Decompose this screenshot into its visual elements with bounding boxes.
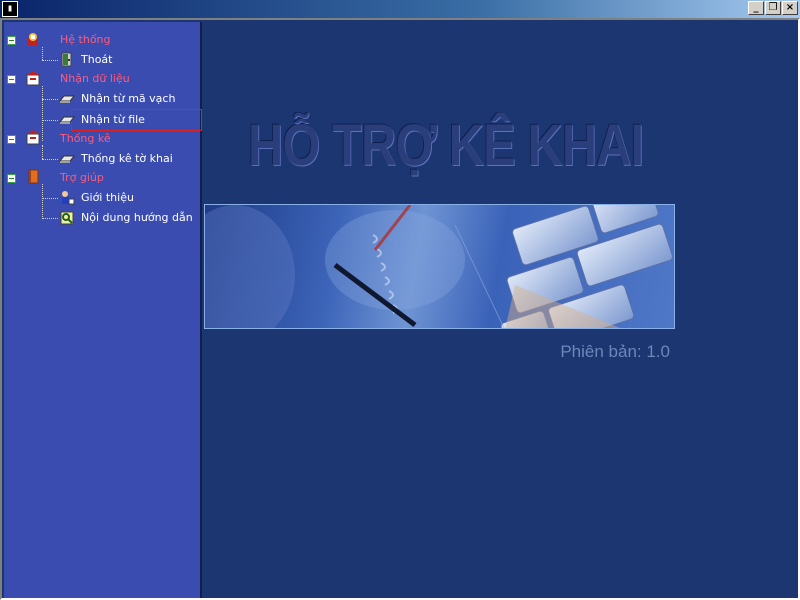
exit-door-icon [59,52,75,67]
tree-item-label[interactable]: Nhận từ mã vạch [81,92,175,105]
tree-connector [42,60,58,61]
tree-connector [42,120,58,121]
collapse-toggle[interactable] [7,174,16,183]
navigation-tree: Hệ thống Thoát Nhận dữ liệu Nhận từ mã v… [4,22,202,598]
tree-connector [42,86,43,141]
tray-icon [58,112,76,127]
version-label: Phiên bản: 1.0 [560,342,670,361]
collapse-toggle[interactable] [7,36,16,45]
restore-button[interactable]: ❐ [765,1,781,15]
main-frame: Hệ thống Thoát Nhận dữ liệu Nhận từ mã v… [0,18,800,600]
tree-connector [42,184,43,219]
tree-connector [42,198,58,199]
tree-connector [42,159,58,160]
collapse-toggle[interactable] [7,135,16,144]
close-button[interactable]: × [782,1,798,15]
tray-icon [58,91,76,106]
tree-category-label[interactable]: Hệ thống [60,33,111,46]
minimize-button[interactable]: _ [748,1,764,15]
title-bar: ▮ _ ❐ × [0,0,800,18]
app-icon[interactable]: ▮ [2,1,18,17]
tree-item-label[interactable]: Thống kê tờ khai [81,152,173,165]
tree-connector [42,145,43,159]
tree-item-label[interactable]: Thoát [81,53,112,66]
system-icon [25,32,41,47]
tree-item-label-selected[interactable]: Nhận từ file [81,113,145,126]
guide-icon [59,210,75,225]
receive-data-icon [25,71,41,86]
tree-connector [42,218,58,219]
tree-item-label[interactable]: Giới thiệu [81,191,134,204]
tree-connector [42,47,43,60]
tree-item-label[interactable]: Nội dung hướng dẫn [81,211,193,224]
tree-category-label[interactable]: Trợ giúp [60,171,104,184]
tree-category-label[interactable]: Nhận dữ liệu [60,72,130,85]
banner-image [204,204,675,329]
tray-icon [58,151,76,166]
app-title: HỖ TRỢ KÊ KHAI [248,113,644,178]
collapse-toggle[interactable] [7,75,16,84]
tree-connector [42,99,58,100]
about-icon [59,190,75,205]
help-book-icon [25,169,41,184]
tree-category-label[interactable]: Thống kê [60,132,111,145]
statistics-icon [25,130,41,145]
